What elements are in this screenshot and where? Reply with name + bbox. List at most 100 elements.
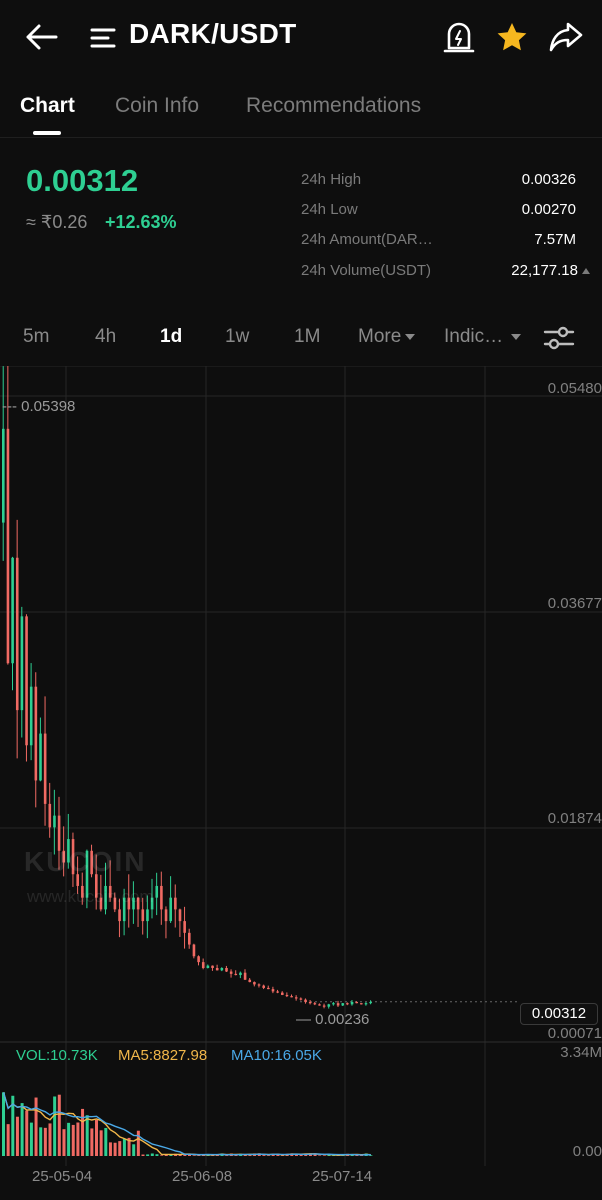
candle-body [239,973,242,975]
interval-1d[interactable]: 1d [160,326,182,348]
y-axis-label-2: 0.03677 [548,595,602,612]
volume-bar [44,1128,47,1156]
tab-coin-info[interactable]: Coin Info [115,94,199,118]
stat-label-24h-amount: 24h Amount(DAR… [301,231,433,248]
last-price: 0.00312 [26,163,138,199]
volume-bar [86,1115,89,1156]
volume-bar [39,1127,42,1156]
volume-bar [72,1125,75,1156]
candle-body [360,1003,363,1004]
candle-body [295,997,298,998]
volume-min-label: 0.00 [573,1143,602,1160]
y-axis-label-3: 0.01874 [548,810,602,827]
interval-1w[interactable]: 1w [225,326,249,348]
volume-bar [114,1143,117,1156]
more-intervals-dropdown[interactable]: More [358,326,415,348]
candle-body [258,984,261,985]
candle-body [244,973,247,980]
y-axis-label-bottom: 0.00071 [548,1025,602,1042]
volume-bar [142,1155,145,1156]
volume-bar [81,1109,84,1156]
price-alert-icon[interactable] [443,20,475,54]
period-low-value: 0.00236 [315,1011,369,1028]
x-axis-label-1: 25-05-04 [32,1168,92,1185]
candle-body [7,429,10,663]
chevron-down-icon [405,334,415,340]
volume-bar [7,1124,10,1156]
volume-bar [323,1155,326,1156]
candle-body [309,1002,312,1003]
x-axis-label-3: 25-07-14 [312,1168,372,1185]
candle-body [211,966,214,968]
volume-bar [25,1111,28,1156]
candle-body [174,898,177,910]
tab-recommendations[interactable]: Recommendations [246,94,421,118]
pair-title[interactable]: DARK/USDT [129,18,297,50]
candle-body [351,1002,354,1004]
candle-body [300,998,303,999]
stat-label-24h-low: 24h Low [301,201,358,218]
candle-body [160,886,163,909]
volume-bar [67,1123,70,1156]
volume-bar [58,1095,61,1156]
interval-5m[interactable]: 5m [23,326,49,348]
top-bar: DARK/USDT [0,0,602,72]
volume-bar [49,1123,52,1156]
candlestick-chart[interactable] [0,366,602,1200]
fiat-price: ≈ ₹0.26 [26,212,87,233]
chevron-down-icon [511,334,521,340]
candle-body [30,687,33,746]
volume-bar [100,1130,103,1156]
kucoin-watermark-url: www.kucoin.com [27,887,154,907]
candle-body [142,909,145,921]
candle-body [286,995,289,996]
x-axis-label-2: 25-06-08 [172,1168,232,1185]
interval-1m[interactable]: 1M [294,326,320,348]
candle-body [35,687,38,781]
vol-legend: VOL:10.73K [16,1047,98,1064]
y-axis-label-top: 0.05480 [548,380,602,397]
back-arrow-icon[interactable] [24,20,60,54]
ma10-legend: MA10:16.05K [231,1047,322,1064]
volume-bar [123,1139,126,1156]
period-high-marker: --- 0.05398 [2,398,75,415]
candle-body [272,989,275,991]
volume-bar [2,1092,5,1156]
tab-chart[interactable]: Chart [20,94,75,118]
indicators-dropdown[interactable]: Indic… [444,326,521,348]
stat-value-24h-low: 0.00270 [522,201,576,218]
candle-body [118,909,121,921]
candle-body [165,909,168,921]
chart-settings-icon[interactable] [543,325,575,351]
interval-4h[interactable]: 4h [95,326,116,348]
volume-bar [21,1103,24,1156]
volume-bar [155,1154,158,1156]
stat-value-24h-volume[interactable]: 22,177.18 [511,262,590,279]
volume-bar [53,1096,56,1156]
stat-label-24h-volume: 24h Volume(USDT) [301,262,431,279]
candle-body [53,816,56,828]
volume-bar [267,1155,270,1156]
candle-body [323,1006,326,1007]
switch-triangle-icon [582,268,590,274]
volume-bar [132,1144,135,1156]
volume-bar [369,1155,372,1156]
candle-body [230,972,233,974]
candle-body [369,1002,372,1003]
volume-bar [62,1129,65,1156]
favorite-star-icon[interactable] [495,20,529,54]
stat-value-24h-volume-text: 22,177.18 [511,262,578,279]
volume-bar [318,1155,321,1156]
menu-icon[interactable] [90,24,118,52]
volume-bar [16,1117,19,1156]
candle-body [355,1002,358,1003]
candle-body [304,1000,307,1002]
share-icon[interactable] [548,20,584,54]
candle-body [365,1003,368,1004]
candle-body [290,996,293,997]
candle-body [262,986,265,988]
candle-body [314,1003,317,1004]
candle-body [328,1004,331,1006]
volume-bar [160,1155,163,1156]
candle-body [2,429,5,523]
